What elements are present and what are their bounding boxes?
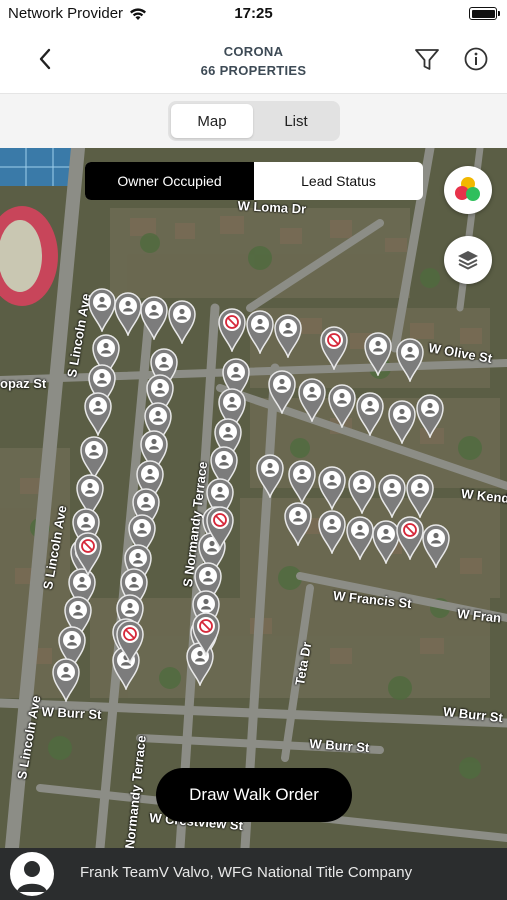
property-pin[interactable] (52, 658, 80, 702)
property-pin[interactable] (140, 296, 168, 340)
tab-list[interactable]: List (255, 104, 337, 138)
agent-label: Frank TeamV Valvo, WFG National Title Co… (80, 864, 413, 881)
nav-header: CORONA 66 PROPERTIES (0, 28, 507, 94)
property-pin[interactable] (168, 300, 196, 344)
property-pin[interactable] (256, 454, 284, 498)
property-pin[interactable] (246, 310, 274, 354)
mode-toggle: Owner Occupied Lead Status (85, 162, 423, 200)
property-pin[interactable] (348, 470, 376, 514)
color-legend-button[interactable] (444, 166, 492, 214)
property-pin[interactable] (88, 288, 116, 332)
property-pin[interactable] (318, 466, 346, 510)
property-pin-excluded[interactable] (192, 612, 220, 656)
view-segment-bar: Map List (0, 94, 507, 148)
property-pin[interactable] (396, 338, 424, 382)
property-pin-excluded[interactable] (320, 326, 348, 370)
battery-icon (469, 7, 500, 20)
property-pin[interactable] (378, 474, 406, 518)
street-label: opaz St (0, 376, 47, 391)
filter-button[interactable] (413, 46, 441, 74)
layers-icon (458, 251, 478, 270)
property-pin-excluded[interactable] (206, 506, 234, 550)
property-pin[interactable] (318, 510, 346, 554)
property-pin-excluded[interactable] (396, 516, 424, 560)
info-button[interactable] (463, 46, 489, 72)
property-pin[interactable] (284, 502, 312, 546)
tab-map[interactable]: Map (171, 104, 253, 138)
map-view[interactable]: S Lincoln Ave S Lincoln Ave S Lincoln Av… (0, 148, 507, 848)
property-pin[interactable] (346, 516, 374, 560)
street-label: W Burr St (41, 704, 102, 723)
agent-bar[interactable]: Frank TeamV Valvo, WFG National Title Co… (0, 848, 507, 900)
property-pin[interactable] (406, 474, 434, 518)
color-dots-icon (455, 177, 480, 201)
property-pin-excluded[interactable] (116, 620, 144, 664)
property-pin-excluded[interactable] (74, 532, 102, 576)
property-pin[interactable] (288, 460, 316, 504)
property-pin[interactable] (364, 332, 392, 376)
status-bar: Network Provider 17:25 (0, 0, 507, 28)
filter-icon (415, 49, 439, 70)
layers-button[interactable] (444, 236, 492, 284)
owner-occupied-toggle[interactable]: Owner Occupied (85, 162, 254, 200)
status-time: 17:25 (234, 5, 273, 22)
property-pin[interactable] (274, 314, 302, 358)
property-pin[interactable] (298, 378, 326, 422)
draw-walk-order-button[interactable]: Draw Walk Order (156, 768, 352, 822)
property-pin[interactable] (416, 394, 444, 438)
info-icon (464, 47, 488, 71)
lead-status-toggle[interactable]: Lead Status (254, 162, 423, 200)
property-pin[interactable] (268, 370, 296, 414)
property-pin[interactable] (422, 524, 450, 568)
avatar (10, 852, 54, 896)
property-pin[interactable] (328, 384, 356, 428)
property-pin[interactable] (84, 392, 112, 436)
property-pin-excluded[interactable] (218, 308, 246, 352)
view-segment: Map List (168, 101, 340, 141)
property-pin[interactable] (114, 292, 142, 336)
property-pin[interactable] (388, 400, 416, 444)
user-avatar-icon (17, 861, 47, 892)
property-pin[interactable] (356, 392, 384, 436)
